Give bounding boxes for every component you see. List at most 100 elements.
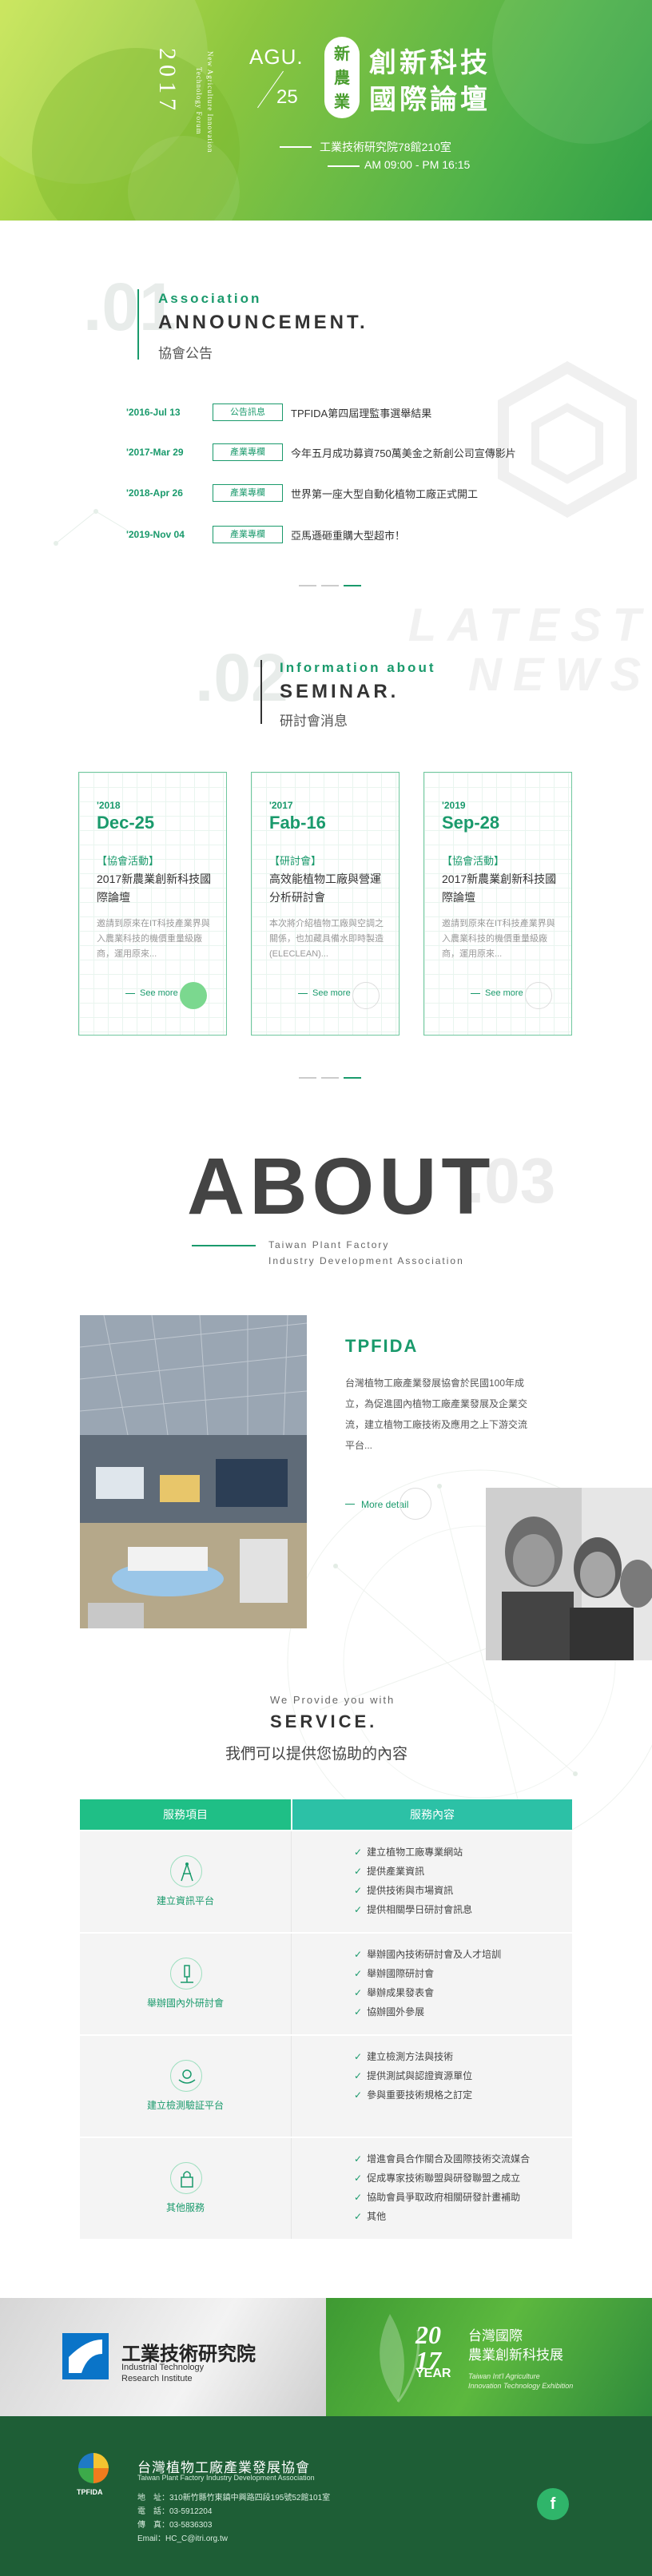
announcement-tag[interactable]: 公告訊息 [213,403,283,421]
card-date: Sep-28 [442,813,500,833]
card-description: 邀請到原來在IT科技產業界與入農業科技的機價重量級廠商，運用原來... [442,919,555,959]
service-item-text: 提供產業資訊 [367,1866,425,1877]
seminar-card[interactable]: '2017 Fab-16 【研討會】 高效能植物工廠與營運分析研討會 本次將介紹… [251,772,400,1036]
expo-name: 台灣國際 農業創新科技展 [468,2327,563,2365]
pager-dot-active[interactable] [344,585,361,586]
check-icon: ✓ [354,2192,363,2203]
watermark-line: LATEST [408,599,652,651]
see-more-circle[interactable] [180,982,207,1009]
section-title: ANNOUNCEMENT. [158,312,368,333]
see-more-line [298,993,308,994]
about-english-line: Industry Development Association [268,1255,464,1266]
card-title[interactable]: 2017新農業創新科技國際論壇 [97,870,215,907]
announcement-tag[interactable]: 產業專欄 [213,443,283,461]
about-accent-line [192,1245,256,1246]
footer-org-name-en: Taiwan Plant Factory Industry Developmen… [137,2474,315,2482]
service-header-items: 服務項目 [80,1799,291,1830]
service-row: 舉辦國內外研討會 ✓ 舉辦國內技術研討會及人才培訓 ✓ 舉辦國際研討會 ✓ 舉辦成果發… [80,1932,572,2034]
service-item-text: 建立植物工廠專業網站 [367,1847,463,1858]
more-detail-circle[interactable] [400,1488,431,1520]
more-detail-line [345,1504,355,1505]
pager-dot[interactable] [299,585,316,586]
service-item: ✓ 增進會員合作關合及國際技術交流媒合 [354,2149,572,2169]
about-english-name: Taiwan Plant Factory Industry Developmen… [268,1237,464,1269]
service-content: ✓ 增進會員合作關合及國際技術交流媒合 ✓ 促成專家技術聯盟與研發聯盟之成立 ✓ 協助… [291,2138,572,2239]
card-title[interactable]: 高效能植物工廠與營運分析研討會 [269,870,388,907]
announcement-pager[interactable] [299,585,366,586]
seminar-card[interactable]: '2018 Dec-25 【協會活動】 2017新農業創新科技國際論壇 邀請到原… [78,772,227,1036]
service-row: 其他服務 ✓ 增進會員合作關合及國際技術交流媒合 ✓ 促成專家技術聯盟與研發聯盟之成… [80,2137,572,2239]
see-more-line [125,993,135,994]
tpfida-logo[interactable] [78,2453,109,2483]
service-header-content: 服務內容 [291,1799,572,1830]
announcement-tag[interactable]: 產業專欄 [213,526,283,543]
service-item-text: 協辦國外參展 [367,2006,425,2017]
check-icon: ✓ [354,2153,363,2165]
hero-badge: 新 農 業 [324,37,360,118]
hero-line [328,165,360,167]
announcement-tag[interactable]: 產業專欄 [213,484,283,502]
announcement-title[interactable]: 今年五月成功募資750萬美金之新創公司宣傳影片 [291,445,516,460]
service-item-text: 參與重要技術規格之訂定 [367,2089,473,2101]
announcement-row[interactable]: '2017-Mar 29 產業專欄 今年五月成功募資750萬美金之新創公司宣傳影… [126,443,516,462]
service-item-text: 舉辦國內技術研討會及人才培訓 [367,1949,502,1960]
service-cell: 建立檢測驗証平台 [80,2036,291,2137]
facebook-icon[interactable]: f [537,2488,569,2520]
section-eyebrow: Association [158,291,262,306]
card-category: 【協會活動】 [442,855,505,867]
service-item: ✓ 提供產業資訊 [354,1862,572,1881]
card-title[interactable]: 2017新農業創新科技國際論壇 [442,870,560,907]
service-name: 舉辦國內外研討會 [146,1998,224,2009]
pager-dot-active[interactable] [344,1077,361,1079]
section-eyebrow: Information about [280,660,436,675]
announcement-row[interactable]: '2018-Apr 26 產業專欄 世界第一座大型自動化植物工廠正式開工 [126,483,478,503]
section-accent-line [260,660,262,724]
service-item-text: 提供測試與認證資源單位 [367,2070,473,2081]
announcement-title[interactable]: 亞馬遜砸重購大型超市！ [291,527,405,543]
hero-decoration [492,0,652,144]
check-icon: ✓ [354,2051,363,2062]
see-more-link[interactable]: See more [312,988,351,998]
about-english-line: Taiwan Plant Factory [268,1239,390,1250]
footer-email[interactable]: Email：HC_C@itri.org.tw [137,2532,330,2546]
check-icon: ✓ [354,1885,363,1896]
hero-title-line: 國際論壇 [369,85,491,115]
see-more-circle[interactable] [352,982,380,1009]
announcement-title[interactable]: TPFIDA第四屆理監事選舉結果 [291,405,431,420]
card-description: 本次將介紹植物工廠與空調之關係，也加藏具備水即時製造(ELECLEAN)... [269,919,384,959]
hero-day: 25 [276,86,298,108]
service-item-text: 增進會員合作關合及國際技術交流媒合 [367,2153,531,2165]
see-more-link[interactable]: See more [485,988,523,998]
card-year: '2019 [442,800,466,811]
announcement-title[interactable]: 世界第一座大型自動化植物工廠正式開工 [291,486,478,501]
see-more-line [471,993,480,994]
microscope-icon [170,1958,202,1990]
expo-name-en-line: Taiwan Int'l Agriculture [468,2372,540,2380]
pager-dot[interactable] [321,1077,339,1079]
see-more-circle[interactable] [525,982,552,1009]
announcement-row[interactable]: '2019-Nov 04 產業專欄 亞馬遜砸重購大型超市！ [126,525,405,544]
itri-banner[interactable]: 工業技術研究院 Industrial Technology Research I… [0,2298,326,2416]
pager-dot[interactable] [321,585,339,586]
service-content: ✓ 舉辦國內技術研討會及人才培訓 ✓ 舉辦國際研討會 ✓ 舉辦成果發表會 ✓ 協辦國外參… [291,1934,572,2034]
lock-icon [170,2162,202,2194]
check-icon: ✓ [354,2173,363,2184]
section-number: .01 [83,269,177,344]
service-item-text: 促成專家技術聯盟與研發聯盟之成立 [367,2173,521,2184]
itri-logo [62,2333,109,2379]
hero-subtitle-en: New Agriculture Innovation [206,51,214,153]
service-item: ✓ 其他 [354,2207,572,2226]
seminar-card[interactable]: '2019 Sep-28 【協會活動】 2017新農業創新科技國際論壇 邀請到原… [423,772,572,1036]
pager-dot[interactable] [299,1077,316,1079]
announcement-date: '2016-Jul 13 [126,407,181,418]
see-more-link[interactable]: See more [140,988,178,998]
service-item: ✓ 協辦國外參展 [354,2002,572,2021]
service-item: ✓ 參與重要技術規格之訂定 [354,2085,572,2105]
service-item: ✓ 建立檢測方法與技術 [354,2047,572,2066]
service-eyebrow: We Provide you with [270,1694,396,1706]
expo-banner[interactable]: 20 17 YEAR 台灣國際 農業創新科技展 Taiwan Int'l Agr… [326,2298,652,2416]
service-item: ✓ 舉辦國內技術研討會及人才培訓 [354,1945,572,1964]
announcement-row[interactable]: '2016-Jul 13 公告訊息 TPFIDA第四屆理監事選舉結果 [126,403,431,422]
seminar-pager[interactable] [299,1077,366,1079]
footer-fax: 傳 真：03-5836303 [137,2521,213,2530]
